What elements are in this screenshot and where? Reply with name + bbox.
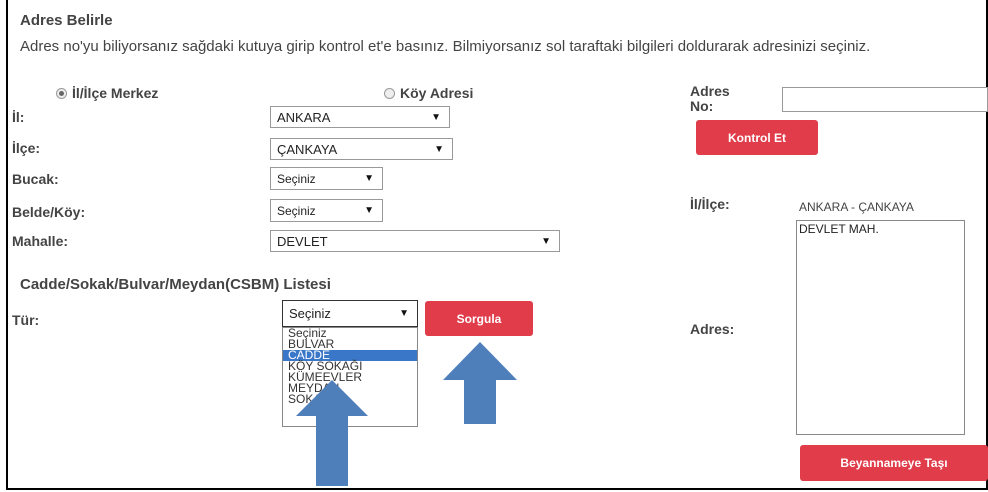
chevron-down-icon: ▼ (364, 205, 374, 216)
sorgula-button[interactable]: Sorgula (425, 301, 533, 336)
il-ilce-label: İl/İlçe: (690, 196, 730, 212)
bucak-select-value: Seçiniz (277, 171, 316, 186)
adres-no-label: Adres No: (690, 83, 730, 114)
tur-label: Tür: (12, 312, 40, 328)
bucak-select[interactable]: Seçiniz ▼ (270, 167, 383, 190)
arrow-up-icon (296, 380, 368, 486)
ilce-label: İlçe: (12, 140, 41, 156)
tur-select-value: Seçiniz (289, 306, 331, 321)
adres-textarea[interactable]: DEVLET MAH. (796, 220, 965, 435)
adres-label: Adres: (690, 321, 735, 337)
kontrol-et-button[interactable]: Kontrol Et (696, 120, 818, 155)
adres-textarea-value: DEVLET MAH. (799, 222, 879, 236)
belde-select-value: Seçiniz (277, 203, 316, 218)
chevron-down-icon: ▼ (541, 235, 551, 247)
csbm-title: Cadde/Sokak/Bulvar/Meydan(CSBM) Listesi (20, 276, 331, 293)
belde-label: Belde/Köy: (12, 204, 86, 220)
radio-merkez-label: İl/İlçe Merkez (72, 85, 159, 101)
form-title: Adres Belirle (20, 12, 113, 29)
beyannameye-tasi-button[interactable]: Beyannameye Taşı (800, 445, 988, 481)
form-description: Adres no'yu biliyorsanız sağdaki kutuya … (20, 38, 871, 55)
il-ilce-value: ANKARA - ÇANKAYA (799, 200, 914, 214)
arrow-up-icon (443, 342, 517, 424)
ilce-select-value: ÇANKAYA (277, 141, 338, 157)
belde-select[interactable]: Seçiniz ▼ (270, 199, 383, 222)
chevron-down-icon: ▼ (434, 143, 444, 155)
radio-selected-icon (56, 87, 67, 99)
tur-select[interactable]: Seçiniz ▼ (282, 300, 418, 327)
radio-koy-adresi[interactable]: Köy Adresi (384, 85, 473, 101)
il-select[interactable]: ANKARA ▼ (270, 106, 450, 128)
adres-no-input[interactable] (782, 87, 988, 112)
chevron-down-icon: ▼ (431, 111, 441, 123)
radio-il-ilce-merkez[interactable]: İl/İlçe Merkez (56, 85, 158, 101)
mahalle-select[interactable]: DEVLET ▼ (270, 230, 560, 252)
chevron-down-icon: ▼ (364, 173, 374, 184)
ilce-select[interactable]: ÇANKAYA ▼ (270, 138, 453, 160)
radio-unselected-icon (384, 87, 395, 99)
mahalle-select-value: DEVLET (277, 233, 328, 249)
mahalle-label: Mahalle: (12, 233, 69, 249)
bucak-label: Bucak: (12, 171, 59, 187)
radio-koy-label: Köy Adresi (400, 85, 474, 101)
il-label: İl: (12, 109, 25, 125)
il-select-value: ANKARA (277, 109, 331, 125)
chevron-down-icon: ▼ (399, 308, 409, 319)
